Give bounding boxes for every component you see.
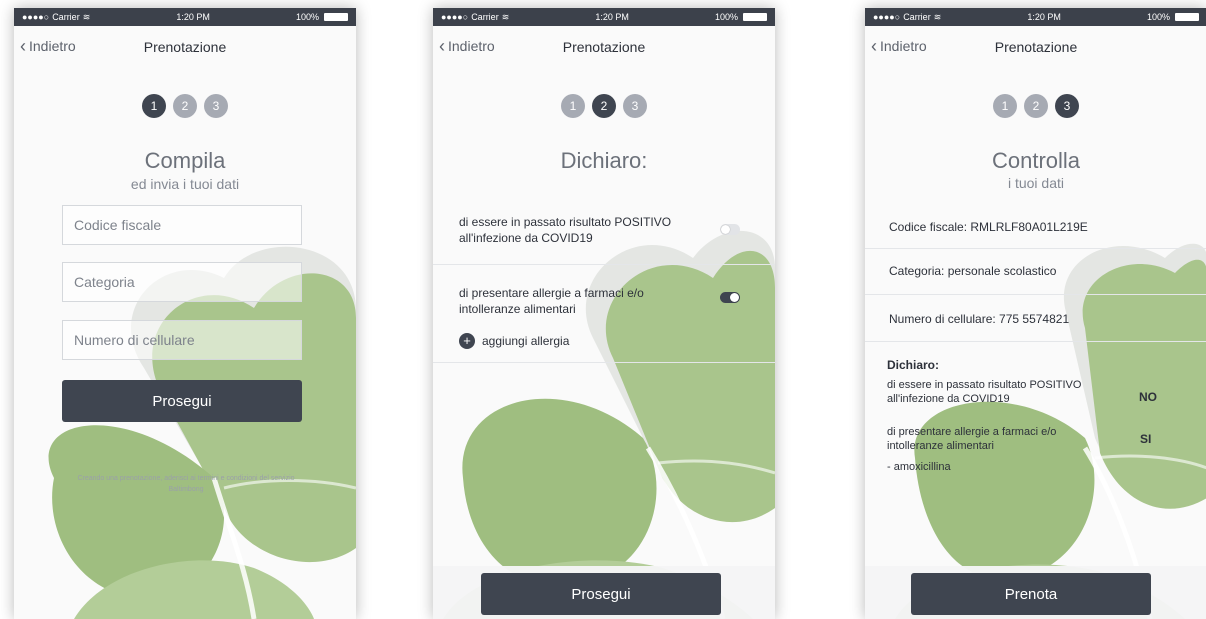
toggle-knob — [730, 293, 739, 302]
summary-codice-fiscale: Codice fiscale: RMLRLF80A01L219E — [889, 220, 1088, 234]
wifi-icon: ≋ — [82, 11, 91, 22]
step-indicator: 1 2 3 — [865, 94, 1206, 118]
divider — [865, 248, 1206, 249]
wifi-icon: ≋ — [501, 11, 510, 22]
cellulare-input[interactable] — [62, 320, 302, 360]
prosegui-button[interactable]: Prosegui — [481, 573, 721, 615]
wifi-icon: ≋ — [933, 11, 942, 22]
categoria-input[interactable] — [62, 262, 302, 302]
battery-icon — [743, 13, 767, 21]
step-2: 2 — [592, 94, 616, 118]
carrier-label: Carrier — [52, 12, 80, 22]
codice-fiscale-input[interactable] — [62, 205, 302, 245]
declaration-covid-text: di essere in passato risultato POSITIVO … — [459, 215, 672, 245]
status-bar: ●●●●○ Carrier ≋ 1:20 PM 100% — [14, 8, 356, 26]
screen-heading: Dichiaro: — [560, 148, 648, 173]
battery-icon — [1175, 13, 1199, 21]
step-3: 3 — [1055, 94, 1079, 118]
add-allergy-button[interactable]: + aggiungi allergia — [459, 333, 569, 349]
summary-cellulare: Numero di cellulare: 775 5574821 — [889, 312, 1070, 326]
summary-declaration-covid: di essere in passato risultato POSITIVO … — [887, 379, 1082, 405]
prenota-button[interactable]: Prenota — [911, 573, 1151, 615]
divider — [865, 294, 1206, 295]
step-1: 1 — [142, 94, 166, 118]
phone-screen-dichiaro: ●●●●○ Carrier ≋ 1:20 PM 100% ‹ Indietro Pre… — [433, 8, 775, 619]
back-button[interactable]: ‹ Indietro — [439, 36, 495, 56]
covid-toggle[interactable] — [720, 224, 740, 235]
back-button[interactable]: ‹ Indietro — [871, 36, 927, 56]
divider — [433, 362, 775, 363]
signal-icon: ●●●●○ — [22, 12, 50, 22]
screen-heading: Compila — [144, 148, 226, 173]
step-3: 3 — [623, 94, 647, 118]
back-button[interactable]: ‹ Indietro — [20, 36, 76, 56]
chevron-left-icon: ‹ — [439, 36, 445, 56]
allergie-toggle[interactable] — [720, 292, 740, 303]
declaration-allergie-text: di presentare allergie a farmaci e/o int… — [459, 286, 644, 316]
step-1: 1 — [993, 94, 1017, 118]
chevron-left-icon: ‹ — [871, 36, 877, 56]
plus-icon: + — [459, 333, 475, 349]
battery-percent: 100% — [295, 12, 319, 22]
phone-screen-compila: ●●●●○ Carrier ≋ 1:20 PM 100% ‹ Indietro Pre… — [14, 8, 356, 619]
status-time: 1:20 PM — [176, 12, 210, 22]
screen-subheading: ed invia i tuoi dati — [130, 176, 240, 192]
status-bar: ●●●●○ Carrier ≋ 1:20 PM 100% — [865, 8, 1206, 26]
answer-allergie: SI — [1140, 432, 1152, 446]
prosegui-button[interactable]: Prosegui — [62, 380, 302, 422]
signal-icon: ●●●●○ — [441, 12, 469, 22]
step-indicator: 1 2 3 — [433, 94, 775, 118]
step-indicator: 1 2 3 — [14, 94, 356, 118]
battery-icon — [324, 13, 348, 21]
summary-declaration-allergie: di presentare allergie a farmaci e/o int… — [887, 426, 1057, 452]
terms-text: Creando una prenotazione, aderisci ai te… — [77, 475, 295, 493]
carrier-label: Carrier — [471, 12, 499, 22]
status-time: 1:20 PM — [1027, 12, 1061, 22]
phone-screen-controlla: ●●●●○ Carrier ≋ 1:20 PM 100% ‹ Indietro Pre… — [865, 8, 1206, 619]
step-2: 2 — [1024, 94, 1048, 118]
carrier-label: Carrier — [903, 12, 931, 22]
screen-heading: Controlla — [991, 148, 1081, 173]
step-3: 3 — [204, 94, 228, 118]
status-bar: ●●●●○ Carrier ≋ 1:20 PM 100% — [433, 8, 775, 26]
allergy-item: - amoxicillina — [887, 461, 951, 473]
chevron-left-icon: ‹ — [20, 36, 26, 56]
answer-covid: NO — [1139, 390, 1157, 404]
summary-dichiaro-title: Dichiaro: — [887, 358, 940, 372]
status-time: 1:20 PM — [595, 12, 629, 22]
battery-percent: 100% — [714, 12, 738, 22]
screen-subheading: i tuoi dati — [1007, 175, 1065, 191]
signal-icon: ●●●●○ — [873, 12, 901, 22]
step-1: 1 — [561, 94, 585, 118]
summary-categoria: Categoria: personale scolastico — [889, 264, 1057, 278]
divider — [865, 341, 1206, 342]
battery-percent: 100% — [1146, 12, 1170, 22]
step-2: 2 — [173, 94, 197, 118]
toggle-knob — [721, 225, 730, 234]
divider — [433, 264, 775, 265]
